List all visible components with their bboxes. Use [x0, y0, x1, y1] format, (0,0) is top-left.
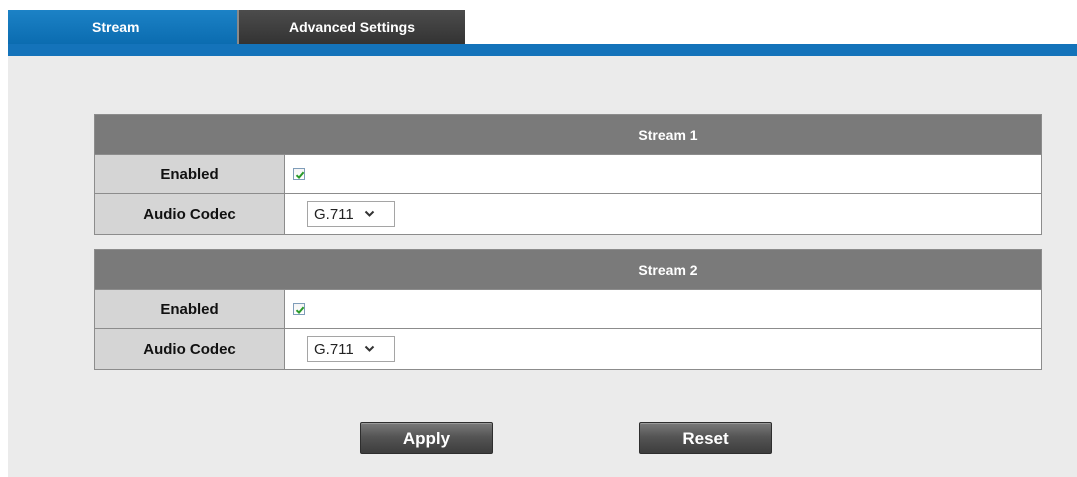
tab-advanced-settings[interactable]: Advanced Settings: [237, 10, 465, 44]
stream-1-enabled-checkbox[interactable]: [293, 168, 305, 180]
stream-1-enabled-label: Enabled: [95, 155, 285, 193]
tab-stream[interactable]: Stream: [8, 10, 237, 44]
apply-button[interactable]: Apply: [360, 422, 493, 454]
checkmark-icon: [295, 171, 305, 180]
stream-1-header: Stream 1: [95, 115, 1041, 155]
tab-bar: Stream Advanced Settings: [8, 10, 1077, 44]
checkmark-icon: [295, 306, 305, 315]
stream-2-codec-value: G.711: [314, 340, 354, 358]
stream-1-audio-codec-select[interactable]: G.711: [307, 201, 395, 227]
stream-1-panel: Stream 1 Enabled Audio Codec G.711: [94, 114, 1042, 235]
stream-1-codec-value: G.711: [314, 205, 354, 223]
stream-1-codec-row: Audio Codec G.711: [95, 194, 1041, 234]
page: Stream Advanced Settings Stream 1 Enable…: [0, 0, 1077, 477]
chevron-down-icon: [364, 345, 374, 352]
stream-2-codec-row: Audio Codec G.711: [95, 329, 1041, 369]
stream-2-enabled-checkbox[interactable]: [293, 303, 305, 315]
stream-1-enabled-cell: [285, 155, 1041, 193]
stream-2-header: Stream 2: [95, 250, 1041, 290]
stream-2-enabled-cell: [285, 290, 1041, 328]
stream-1-codec-cell: G.711: [285, 194, 1041, 234]
reset-button[interactable]: Reset: [639, 422, 772, 454]
content-area: Stream 1 Enabled Audio Codec G.711 Strea…: [8, 56, 1077, 477]
stream-2-panel: Stream 2 Enabled Audio Codec G.711: [94, 249, 1042, 370]
tab-underline-bar: [8, 44, 1077, 56]
stream-1-enabled-row: Enabled: [95, 155, 1041, 194]
chevron-down-icon: [364, 210, 374, 217]
stream-2-codec-label: Audio Codec: [95, 329, 285, 369]
stream-1-codec-label: Audio Codec: [95, 194, 285, 234]
stream-2-codec-cell: G.711: [285, 329, 1041, 369]
stream-2-enabled-row: Enabled: [95, 290, 1041, 329]
stream-2-audio-codec-select[interactable]: G.711: [307, 336, 395, 362]
stream-2-enabled-label: Enabled: [95, 290, 285, 328]
